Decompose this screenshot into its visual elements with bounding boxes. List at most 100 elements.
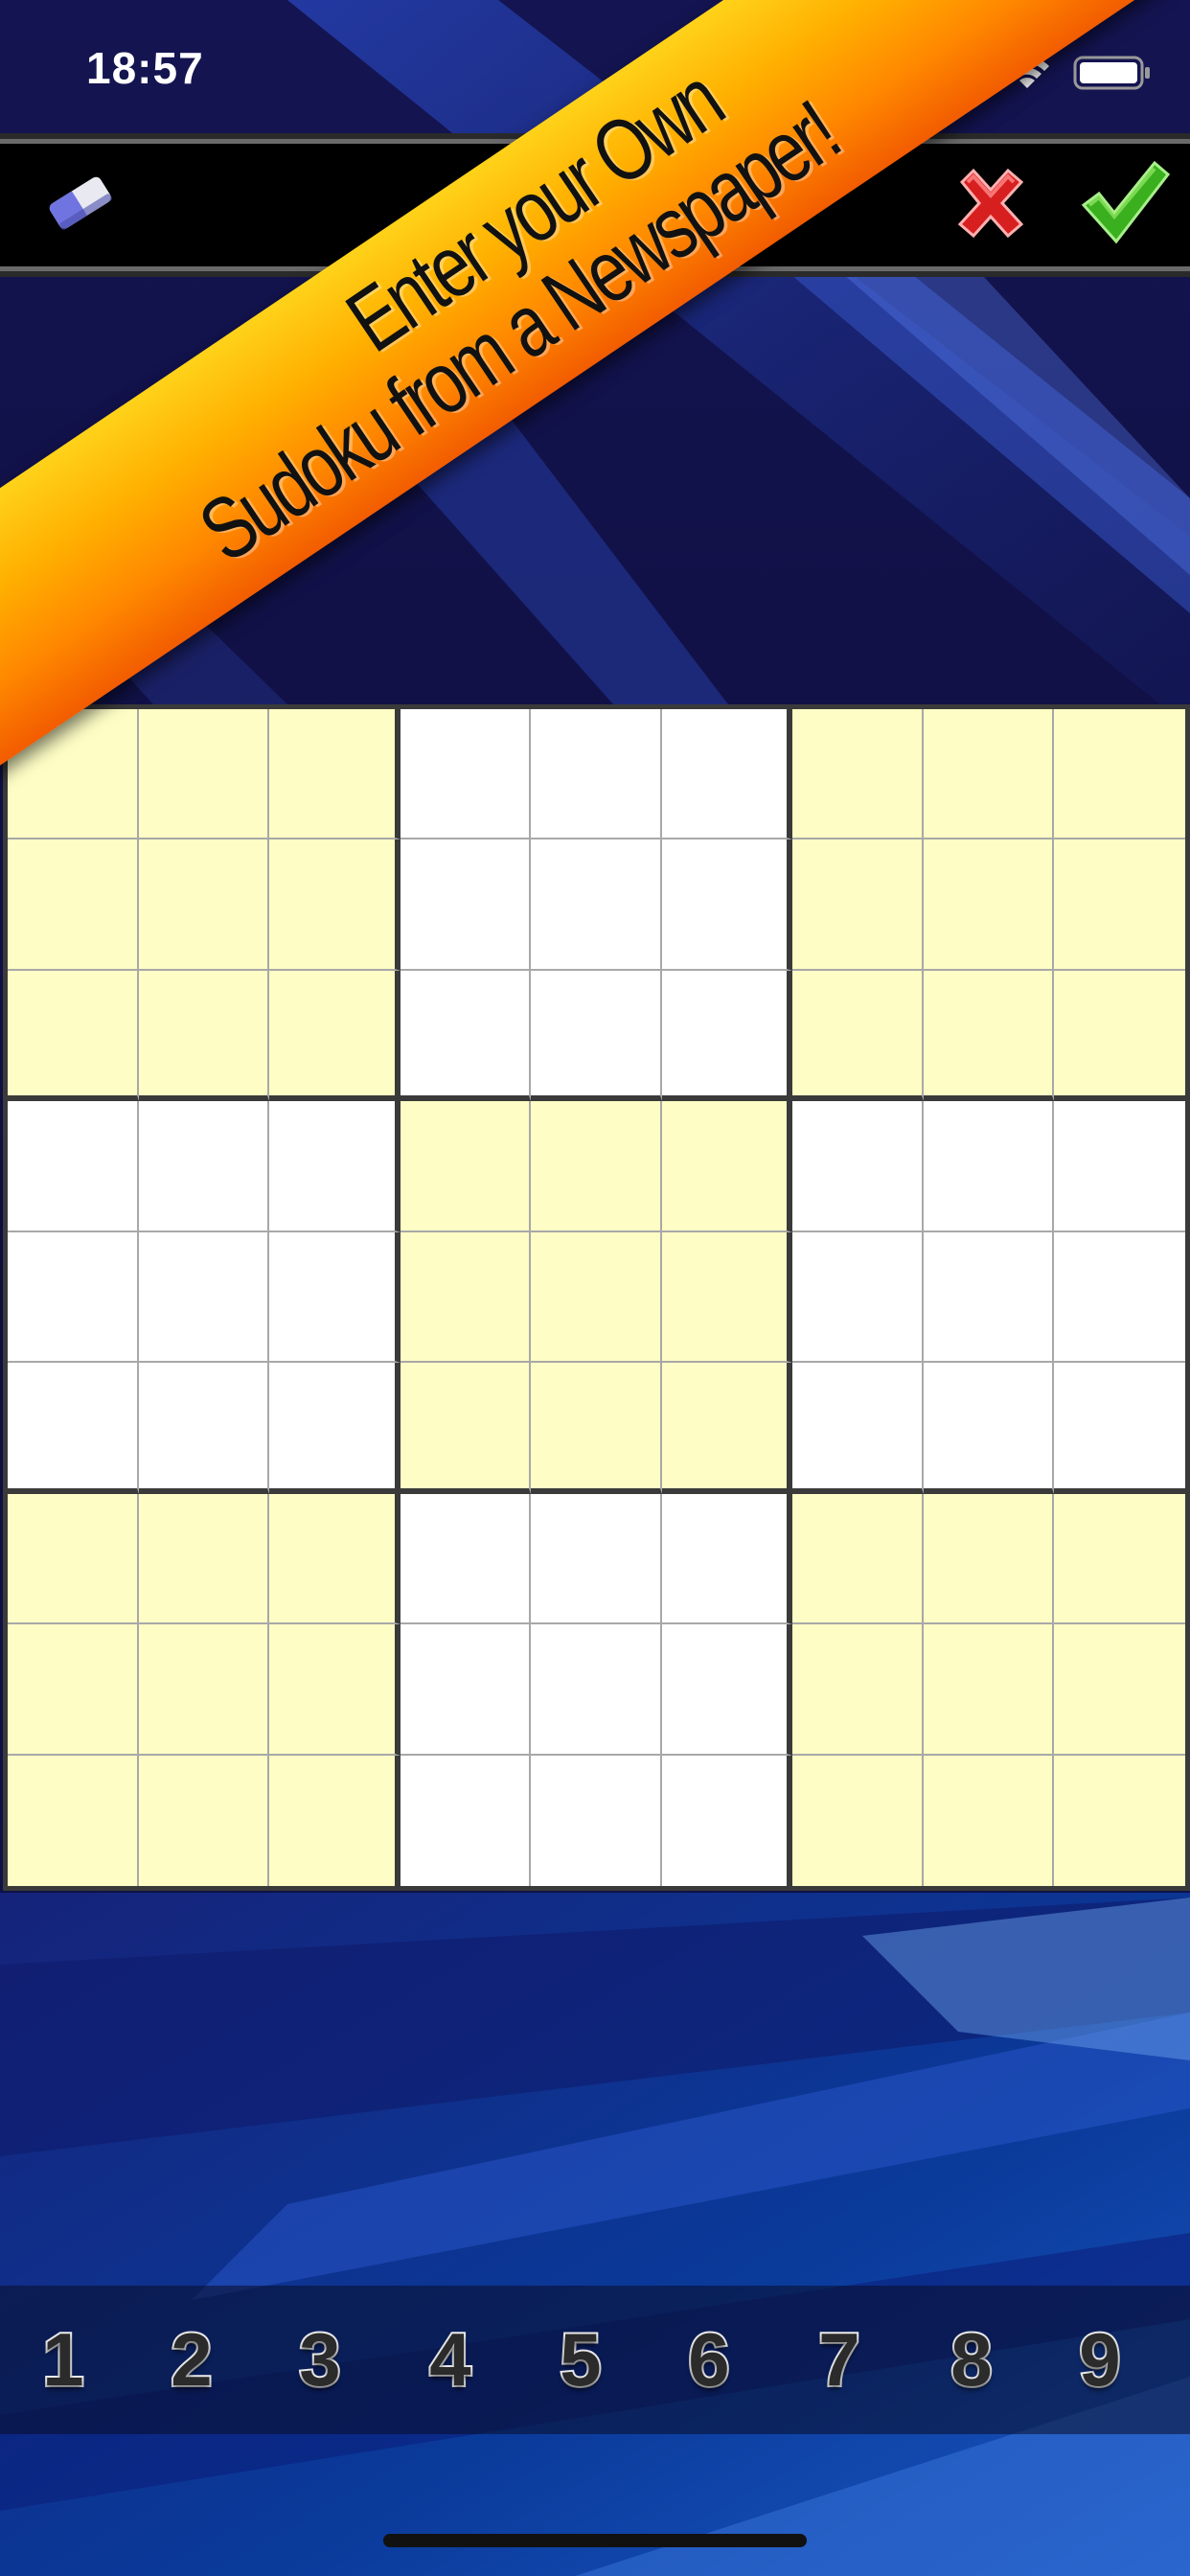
number-key-4[interactable]: 4 xyxy=(398,2307,503,2412)
battery-icon xyxy=(1073,56,1150,90)
sudoku-cell[interactable] xyxy=(792,1755,924,1886)
sudoku-cell[interactable] xyxy=(269,1231,400,1364)
sudoku-cell[interactable] xyxy=(531,1363,662,1494)
sudoku-cell[interactable] xyxy=(400,970,532,1102)
sudoku-cell[interactable] xyxy=(531,1231,662,1364)
sudoku-cell[interactable] xyxy=(923,709,1055,840)
sudoku-cell[interactable] xyxy=(531,709,662,840)
sudoku-cell[interactable] xyxy=(269,1493,400,1625)
sudoku-cell[interactable] xyxy=(923,1493,1055,1625)
sudoku-cell[interactable] xyxy=(400,709,532,840)
sudoku-cell[interactable] xyxy=(400,1755,532,1886)
eraser-icon xyxy=(49,176,112,230)
sudoku-cell[interactable] xyxy=(661,1755,793,1886)
number-key-2[interactable]: 2 xyxy=(139,2307,244,2412)
sudoku-cell[interactable] xyxy=(923,1624,1055,1756)
sudoku-cell[interactable] xyxy=(661,1101,793,1232)
sudoku-cell[interactable] xyxy=(138,1493,270,1625)
sudoku-cell[interactable] xyxy=(8,1101,139,1232)
sudoku-cell[interactable] xyxy=(269,1755,400,1886)
sudoku-cell[interactable] xyxy=(661,840,793,971)
sudoku-cell[interactable] xyxy=(269,970,400,1102)
sudoku-cell[interactable] xyxy=(923,1231,1055,1364)
sudoku-cell[interactable] xyxy=(792,709,924,840)
sudoku-cell[interactable] xyxy=(923,1101,1055,1232)
number-key-5[interactable]: 5 xyxy=(528,2307,633,2412)
sudoku-cell[interactable] xyxy=(531,970,662,1102)
sudoku-cell[interactable] xyxy=(269,1363,400,1494)
sudoku-cell[interactable] xyxy=(792,1363,924,1494)
sudoku-cell[interactable] xyxy=(1054,1624,1185,1756)
number-key-label: 1 xyxy=(40,2315,85,2404)
sudoku-cell[interactable] xyxy=(661,709,793,840)
sudoku-cell[interactable] xyxy=(792,1624,924,1756)
sudoku-cell[interactable] xyxy=(792,1101,924,1232)
sudoku-cell[interactable] xyxy=(792,1231,924,1364)
sudoku-cell[interactable] xyxy=(8,1363,139,1494)
cancel-button[interactable] xyxy=(949,161,1033,245)
sudoku-cell[interactable] xyxy=(138,1624,270,1756)
sudoku-cell[interactable] xyxy=(923,840,1055,971)
sudoku-cell[interactable] xyxy=(400,1231,532,1364)
sudoku-cell[interactable] xyxy=(400,1363,532,1494)
sudoku-cell[interactable] xyxy=(400,840,532,971)
sudoku-cell[interactable] xyxy=(138,1101,270,1232)
sudoku-cell[interactable] xyxy=(8,970,139,1102)
number-key-label: 6 xyxy=(686,2315,731,2404)
sudoku-cell[interactable] xyxy=(1054,709,1185,840)
sudoku-cell[interactable] xyxy=(8,1755,139,1886)
sudoku-cell[interactable] xyxy=(400,1624,532,1756)
sudoku-cell[interactable] xyxy=(8,1624,139,1756)
home-indicator xyxy=(383,2534,807,2547)
number-key-label: 8 xyxy=(949,2315,994,2404)
sudoku-cell[interactable] xyxy=(531,1101,662,1232)
sudoku-cell[interactable] xyxy=(400,1101,532,1232)
sudoku-cell[interactable] xyxy=(138,840,270,971)
sudoku-cell[interactable] xyxy=(792,1493,924,1625)
sudoku-cell[interactable] xyxy=(8,1231,139,1364)
sudoku-cell[interactable] xyxy=(531,1493,662,1625)
sudoku-cell[interactable] xyxy=(531,1755,662,1886)
sudoku-cell[interactable] xyxy=(1054,1363,1185,1494)
sudoku-cell[interactable] xyxy=(400,1493,532,1625)
sudoku-cell[interactable] xyxy=(1054,970,1185,1102)
sudoku-cell[interactable] xyxy=(792,840,924,971)
number-key-1[interactable]: 1 xyxy=(11,2307,116,2412)
number-key-label: 2 xyxy=(169,2315,214,2404)
sudoku-cell[interactable] xyxy=(531,1624,662,1756)
sudoku-cell[interactable] xyxy=(1054,1755,1185,1886)
sudoku-cell[interactable] xyxy=(138,1755,270,1886)
number-key-6[interactable]: 6 xyxy=(656,2307,762,2412)
sudoku-cell[interactable] xyxy=(269,1624,400,1756)
sudoku-cell[interactable] xyxy=(1054,1493,1185,1625)
sudoku-cell[interactable] xyxy=(8,840,139,971)
sudoku-cell[interactable] xyxy=(1054,1231,1185,1364)
number-key-7[interactable]: 7 xyxy=(787,2307,892,2412)
number-key-3[interactable]: 3 xyxy=(267,2307,373,2412)
sudoku-cell[interactable] xyxy=(661,970,793,1102)
number-key-8[interactable]: 8 xyxy=(919,2307,1024,2412)
sudoku-cell[interactable] xyxy=(531,840,662,971)
sudoku-cell[interactable] xyxy=(1054,1101,1185,1232)
sudoku-cell[interactable] xyxy=(661,1624,793,1756)
number-key-9[interactable]: 9 xyxy=(1047,2307,1153,2412)
sudoku-cell[interactable] xyxy=(1054,840,1185,971)
sudoku-cell[interactable] xyxy=(269,709,400,840)
sudoku-cell[interactable] xyxy=(923,1755,1055,1886)
sudoku-cell[interactable] xyxy=(138,1363,270,1494)
sudoku-cell[interactable] xyxy=(661,1363,793,1494)
sudoku-cell[interactable] xyxy=(661,1493,793,1625)
sudoku-cell[interactable] xyxy=(138,709,270,840)
sudoku-cell[interactable] xyxy=(792,970,924,1102)
sudoku-cell[interactable] xyxy=(138,970,270,1102)
sudoku-cell[interactable] xyxy=(269,1101,400,1232)
status-time: 18:57 xyxy=(86,43,204,93)
confirm-button[interactable] xyxy=(1078,157,1171,247)
sudoku-cell[interactable] xyxy=(923,1363,1055,1494)
sudoku-cell[interactable] xyxy=(269,840,400,971)
sudoku-cell[interactable] xyxy=(661,1231,793,1364)
sudoku-cell[interactable] xyxy=(8,1493,139,1625)
sudoku-cell[interactable] xyxy=(923,970,1055,1102)
sudoku-cell[interactable] xyxy=(138,1231,270,1364)
eraser-button[interactable] xyxy=(38,163,117,242)
